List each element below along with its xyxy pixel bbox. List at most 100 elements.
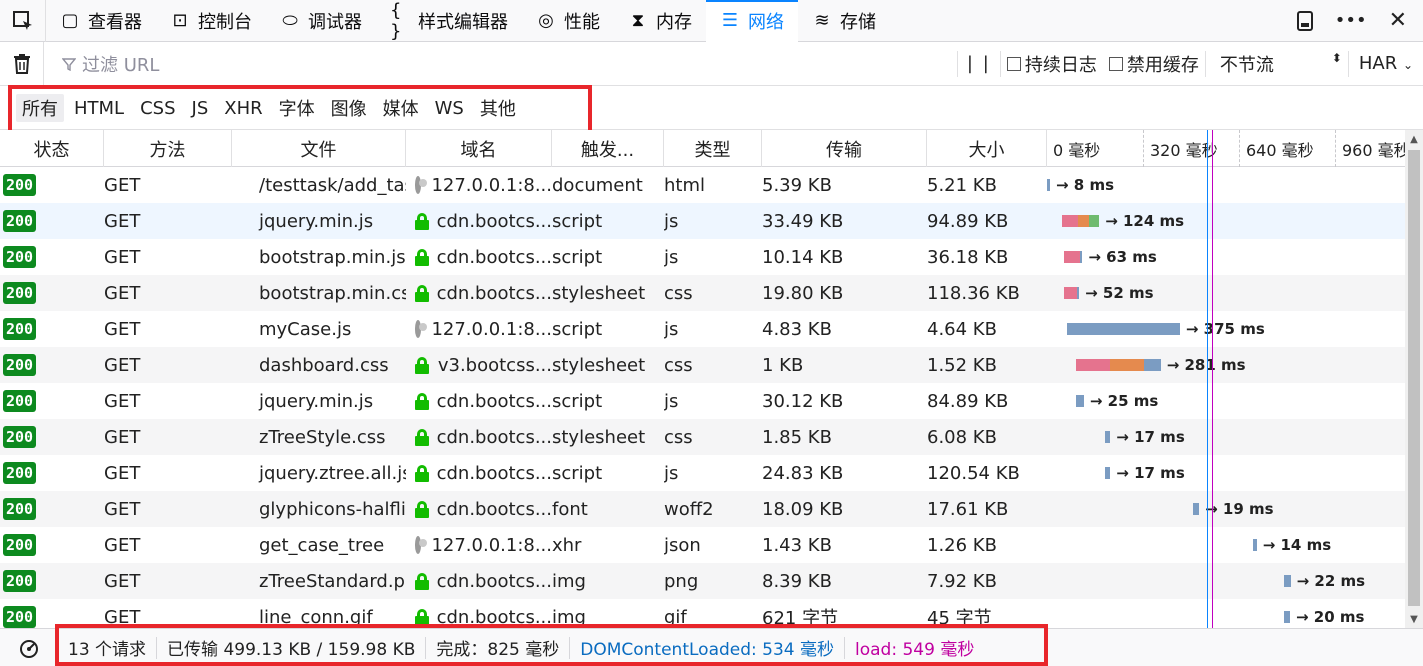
pause-button[interactable]: | | xyxy=(958,53,1000,74)
request-row[interactable]: 200 GET dashboard.css v3.bootcss... styleshe… xyxy=(0,347,1405,383)
domain-cell: cdn.bootcs... xyxy=(406,599,552,628)
type-filter-button[interactable]: JS xyxy=(186,94,215,122)
checkbox-box[interactable] xyxy=(1108,56,1123,71)
request-row[interactable]: 200 GET line_conn.gif cdn.bootcs... img gif 62… xyxy=(0,599,1405,628)
updown-icon: ⬍ xyxy=(1331,50,1342,65)
tab-label: 控制台 xyxy=(198,11,252,33)
tab-storage[interactable]: ≋ 存储 xyxy=(798,0,890,42)
type-filter-button[interactable]: CSS xyxy=(134,94,181,122)
domain-cell: cdn.bootcs... xyxy=(406,491,552,527)
file-cell: dashboard.css xyxy=(259,354,389,376)
column-domain[interactable]: 域名 xyxy=(406,130,552,167)
status-badge: 200 xyxy=(3,210,37,232)
performance-icon: ◎ xyxy=(538,10,554,31)
request-row[interactable]: 200 GET bootstrap.min.js cdn.bootcs... scrip… xyxy=(0,239,1405,275)
more-icon[interactable]: ••• xyxy=(1335,10,1367,31)
timing-bar xyxy=(1284,575,1291,587)
request-row[interactable]: 200 GET jquery.min.js cdn.bootcs... script js… xyxy=(0,203,1405,239)
har-label: HAR xyxy=(1358,53,1398,74)
size-cell: 7.92 KB xyxy=(927,570,997,592)
scroll-up-icon[interactable]: ▲ xyxy=(1405,130,1423,148)
chevron-down-icon: ⌄ xyxy=(1402,58,1413,72)
type-filter-button[interactable]: 字体 xyxy=(273,94,321,122)
file-cell: jquery.ztree.all.js xyxy=(259,462,406,484)
tab-memory[interactable]: ⧗ 内存 xyxy=(614,0,706,42)
column-cause[interactable]: 触发... xyxy=(552,130,664,167)
status-cell: 200 xyxy=(0,275,104,311)
close-icon[interactable]: ✕ xyxy=(1389,8,1407,33)
size-cell: 4.64 KB xyxy=(927,318,997,340)
tab-console[interactable]: ⊡ 控制台 xyxy=(156,0,266,42)
load-time: load: 549 毫秒 xyxy=(855,640,975,660)
type-filter-button[interactable]: HTML xyxy=(68,94,130,122)
request-row[interactable]: 200 GET jquery.min.js cdn.bootcs... script js… xyxy=(0,383,1405,419)
checkbox-box[interactable] xyxy=(1006,56,1021,71)
waterfall-cell: → 375 ms xyxy=(1047,311,1405,347)
tab-performance[interactable]: ◎ 性能 xyxy=(522,0,614,42)
request-row[interactable]: 200 GET/testtask/add_task/127.0.0.1:8...d… xyxy=(0,167,1405,203)
cause-cell: stylesheet xyxy=(552,354,646,376)
method-cell: GET xyxy=(104,318,141,340)
timing-label: → 19 ms xyxy=(1205,500,1274,518)
timing-segment xyxy=(1105,467,1111,479)
request-row[interactable]: 200 GET zTreeStandard.png cdn.bootcs...img p… xyxy=(0,563,1405,599)
transferred-cell: 18.09 KB xyxy=(762,498,844,520)
type-filter-button[interactable]: 媒体 xyxy=(377,94,425,122)
request-row[interactable]: 200 GET myCase.js 127.0.0.1:8... script js 4.8… xyxy=(0,311,1405,347)
timing-bar xyxy=(1047,179,1050,191)
type-filter-button[interactable]: WS xyxy=(429,94,470,122)
domain-text: cdn.bootcs... xyxy=(436,426,552,448)
requests-table-header: 状态 方法 文件 域名 触发... 类型 传输 大小 0 毫秒 320 毫秒 640… xyxy=(0,130,1410,167)
scroll-down-icon[interactable]: ▼ xyxy=(1405,610,1423,628)
performance-analysis-button[interactable] xyxy=(0,637,58,659)
tab-braces[interactable]: { } 样式编辑器 xyxy=(376,0,522,42)
memory-icon: ⧗ xyxy=(631,10,645,31)
column-waterfall[interactable]: 0 毫秒 320 毫秒 640 毫秒 960 毫秒 xyxy=(1047,130,1410,167)
timeline-tick: 0 毫秒 xyxy=(1053,140,1101,160)
throttle-select[interactable]: 不节流 ⬍ xyxy=(1206,51,1348,77)
throttle-value: 不节流 xyxy=(1219,54,1274,76)
tab-debugger[interactable]: ⬭ 调试器 xyxy=(266,0,376,42)
status-cell: 200 xyxy=(0,347,104,383)
lock-icon xyxy=(415,248,429,266)
pick-element-button[interactable] xyxy=(0,0,46,42)
waterfall-cell: → 20 ms xyxy=(1047,599,1405,628)
request-row[interactable]: 200 GET zTreeStyle.css cdn.bootcs... stylesh… xyxy=(0,419,1405,455)
scroll-thumb[interactable] xyxy=(1408,150,1420,606)
request-row[interactable]: 200 GET jquery.ztree.all.js cdn.bootcs... sc… xyxy=(0,455,1405,491)
vertical-scrollbar[interactable]: ▲ ▼ xyxy=(1405,130,1423,628)
domain-text: v3.bootcss... xyxy=(437,354,552,376)
request-row[interactable]: 200 GET get_case_tree 127.0.0.1:8... xhr json… xyxy=(0,527,1405,563)
inspector-icon: ▢ xyxy=(61,10,79,31)
type-cell: js xyxy=(664,318,679,340)
type-filter-button[interactable]: 图像 xyxy=(325,94,373,122)
timing-label: → 22 ms xyxy=(1296,572,1366,590)
type-filter-button[interactable]: XHR xyxy=(218,94,268,122)
dock-icon[interactable] xyxy=(1296,10,1313,31)
column-transferred[interactable]: 传输 xyxy=(762,130,927,167)
type-cell: js xyxy=(664,246,679,268)
column-type[interactable]: 类型 xyxy=(664,130,762,167)
column-file[interactable]: 文件 xyxy=(232,130,406,167)
domain-cell: cdn.bootcs... xyxy=(406,563,552,599)
type-filter-button[interactable]: 其他 xyxy=(474,94,522,122)
disable-cache-checkbox[interactable]: 禁用缓存 xyxy=(1103,51,1205,77)
persist-logs-checkbox[interactable]: 持续日志 xyxy=(1001,51,1103,77)
column-size[interactable]: 大小 xyxy=(927,130,1047,167)
request-row[interactable]: 200 GET glyphicons-halflin... cdn.bootcs...… xyxy=(0,491,1405,527)
tab-network[interactable]: ☰ 网络 xyxy=(706,0,798,42)
column-method[interactable]: 方法 xyxy=(104,130,232,167)
tab-label: 存储 xyxy=(840,11,876,33)
status-badge: 200 xyxy=(3,390,37,412)
timing-bar xyxy=(1193,503,1200,515)
tab-inspector[interactable]: ▢ 查看器 xyxy=(46,0,156,42)
clear-button[interactable] xyxy=(0,41,44,86)
url-filter-input[interactable]: 过滤 URL xyxy=(44,42,957,86)
method-cell: GET xyxy=(104,462,141,484)
request-row[interactable]: 200 GET bootstrap.min.css cdn.bootcs... styl… xyxy=(0,275,1405,311)
column-status[interactable]: 状态 xyxy=(0,130,104,167)
type-cell: gif xyxy=(664,606,687,628)
har-menu-button[interactable]: HAR ⌄ xyxy=(1349,53,1423,74)
cause-cell: script xyxy=(552,390,603,412)
type-filter-button[interactable]: 所有 xyxy=(16,94,64,122)
